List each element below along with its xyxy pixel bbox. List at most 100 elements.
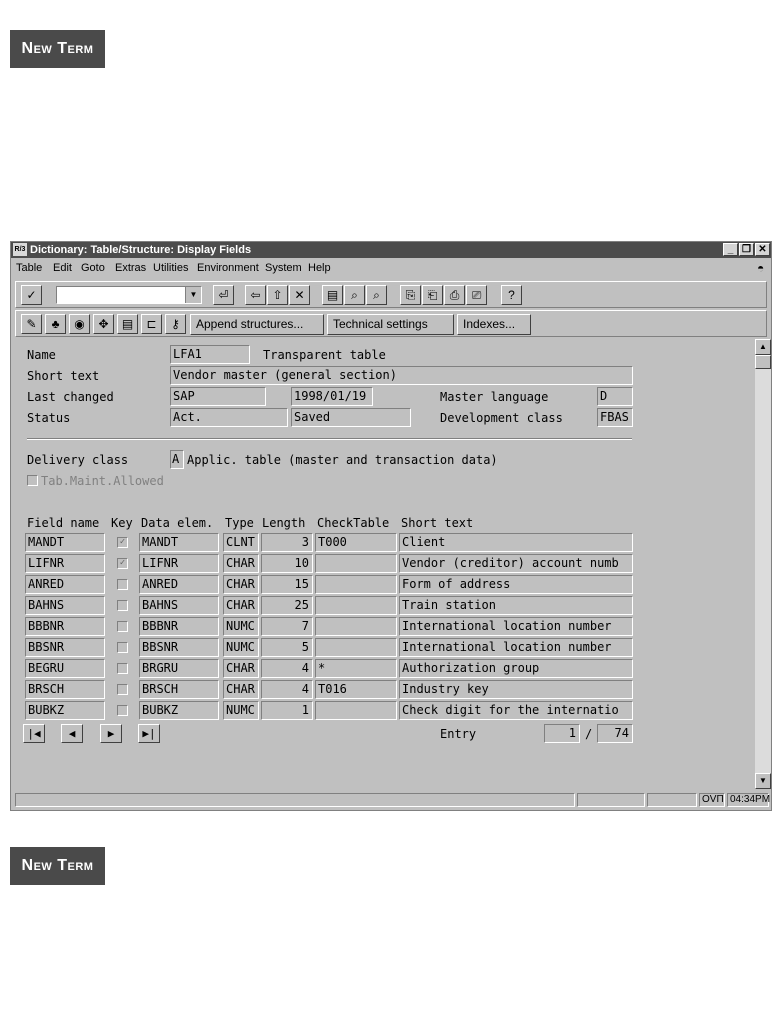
checktable-cell[interactable]: T000	[315, 533, 397, 552]
technical-settings-button[interactable]: Technical settings	[327, 314, 454, 335]
short-text-cell[interactable]: Train station	[399, 596, 633, 615]
change-display-icon[interactable]: ✎	[21, 314, 42, 334]
data-element-cell[interactable]: BRSCH	[139, 680, 219, 699]
menu-system[interactable]: System	[265, 259, 302, 277]
session-icon[interactable]: ◓	[757, 259, 764, 277]
check-icon[interactable]: ✓	[21, 285, 42, 305]
cancel-icon[interactable]: ✕	[289, 285, 310, 305]
close-button[interactable]: ✕	[755, 243, 770, 256]
short-text-cell[interactable]: Check digit for the internatio	[399, 701, 633, 720]
first-page-icon[interactable]: ⎘	[400, 285, 421, 305]
data-element-cell[interactable]: BRGRU	[139, 659, 219, 678]
short-text-cell[interactable]: Industry key	[399, 680, 633, 699]
short-text-cell[interactable]: International location number	[399, 638, 633, 657]
development-class-field[interactable]: FBAS	[597, 408, 633, 427]
field-name-cell[interactable]: BEGRU	[25, 659, 105, 678]
other-object-icon[interactable]: ♣	[45, 314, 66, 334]
length-cell[interactable]: 1	[261, 701, 313, 720]
field-name-cell[interactable]: ANRED	[25, 575, 105, 594]
type-cell[interactable]: CLNT	[223, 533, 259, 552]
foreign-key-icon[interactable]: ⚷	[165, 314, 186, 334]
prev-entry-button[interactable]: ◀	[61, 724, 83, 743]
field-name-cell[interactable]: BBBNR	[25, 617, 105, 636]
scroll-thumb[interactable]	[755, 355, 771, 369]
data-element-cell[interactable]: BAHNS	[139, 596, 219, 615]
field-name-cell[interactable]: BUBKZ	[25, 701, 105, 720]
key-checkbox[interactable]	[117, 705, 128, 716]
menu-extras[interactable]: Extras	[115, 259, 146, 277]
enter-icon[interactable]: ⏎	[213, 285, 234, 305]
length-cell[interactable]: 25	[261, 596, 313, 615]
maximize-button[interactable]: ❐	[739, 243, 754, 256]
key-checkbox[interactable]	[117, 579, 128, 590]
indexes-button[interactable]: Indexes...	[457, 314, 531, 335]
checktable-cell[interactable]	[315, 554, 397, 573]
data-element-cell[interactable]: BUBKZ	[139, 701, 219, 720]
checktable-cell[interactable]	[315, 575, 397, 594]
type-cell[interactable]: CHAR	[223, 554, 259, 573]
last-page-icon[interactable]: ⎚	[466, 285, 487, 305]
checktable-cell[interactable]	[315, 596, 397, 615]
checktable-cell[interactable]	[315, 638, 397, 657]
sap-system-icon[interactable]: R/3	[13, 243, 27, 256]
back-icon[interactable]: ⇦	[245, 285, 266, 305]
data-element-cell[interactable]: ANRED	[139, 575, 219, 594]
find-icon[interactable]: ⌕	[344, 285, 365, 305]
next-page-icon[interactable]: ⎙	[444, 285, 465, 305]
exit-icon[interactable]: ⇧	[267, 285, 288, 305]
type-cell[interactable]: CHAR	[223, 680, 259, 699]
short-text-cell[interactable]: Vendor (creditor) account numb	[399, 554, 633, 573]
minimize-button[interactable]: _	[723, 243, 738, 256]
short-text-cell[interactable]: International location number	[399, 617, 633, 636]
type-cell[interactable]: CHAR	[223, 596, 259, 615]
chevron-down-icon[interactable]: ▼	[185, 287, 201, 303]
print-icon[interactable]: ▤	[322, 285, 343, 305]
vertical-scrollbar[interactable]: ▲ ▼	[755, 339, 771, 789]
key-checkbox[interactable]	[117, 663, 128, 674]
checktable-cell[interactable]	[315, 701, 397, 720]
data-element-cell[interactable]: LIFNR	[139, 554, 219, 573]
short-text-cell[interactable]: Client	[399, 533, 633, 552]
type-cell[interactable]: CHAR	[223, 659, 259, 678]
next-entry-button[interactable]: ▶	[100, 724, 122, 743]
status-field[interactable]: Act.	[170, 408, 288, 427]
key-checkbox[interactable]: ✓	[117, 558, 128, 569]
length-cell[interactable]: 4	[261, 659, 313, 678]
entry-current-field[interactable]: 1	[544, 724, 580, 743]
append-structures-button[interactable]: Append structures...	[190, 314, 324, 335]
data-element-cell[interactable]: BBBNR	[139, 617, 219, 636]
last-changed-date-field[interactable]: 1998/01/19	[291, 387, 373, 406]
field-name-cell[interactable]: LIFNR	[25, 554, 105, 573]
key-checkbox[interactable]: ✓	[117, 537, 128, 548]
length-cell[interactable]: 4	[261, 680, 313, 699]
data-element-cell[interactable]: BBSNR	[139, 638, 219, 657]
checktable-cell[interactable]	[315, 617, 397, 636]
length-cell[interactable]: 7	[261, 617, 313, 636]
field-name-cell[interactable]: MANDT	[25, 533, 105, 552]
short-text-field[interactable]: Vendor master (general section)	[170, 366, 633, 385]
key-checkbox[interactable]	[117, 642, 128, 653]
checktable-cell[interactable]: *	[315, 659, 397, 678]
short-text-cell[interactable]: Authorization group	[399, 659, 633, 678]
menu-help[interactable]: Help	[308, 259, 331, 277]
master-language-field[interactable]: D	[597, 387, 633, 406]
last-entry-button[interactable]: ▶|	[138, 724, 160, 743]
key-checkbox[interactable]	[117, 684, 128, 695]
menu-edit[interactable]: Edit	[53, 259, 72, 277]
short-text-cell[interactable]: Form of address	[399, 575, 633, 594]
field-name-cell[interactable]: BAHNS	[25, 596, 105, 615]
menu-environment[interactable]: Environment	[197, 259, 259, 277]
field-name-cell[interactable]: BBSNR	[25, 638, 105, 657]
help-icon[interactable]: ?	[501, 285, 522, 305]
length-cell[interactable]: 15	[261, 575, 313, 594]
menu-utilities[interactable]: Utilities	[153, 259, 188, 277]
type-cell[interactable]: NUMC	[223, 617, 259, 636]
scroll-up-icon[interactable]: ▲	[755, 339, 771, 355]
name-field[interactable]: LFA1	[170, 345, 250, 364]
checktable-cell[interactable]: T016	[315, 680, 397, 699]
menu-goto[interactable]: Goto	[81, 259, 105, 277]
scroll-down-icon[interactable]: ▼	[755, 773, 771, 789]
hierarchy-icon[interactable]: ⊏	[141, 314, 162, 334]
data-element-cell[interactable]: MANDT	[139, 533, 219, 552]
field-name-cell[interactable]: BRSCH	[25, 680, 105, 699]
